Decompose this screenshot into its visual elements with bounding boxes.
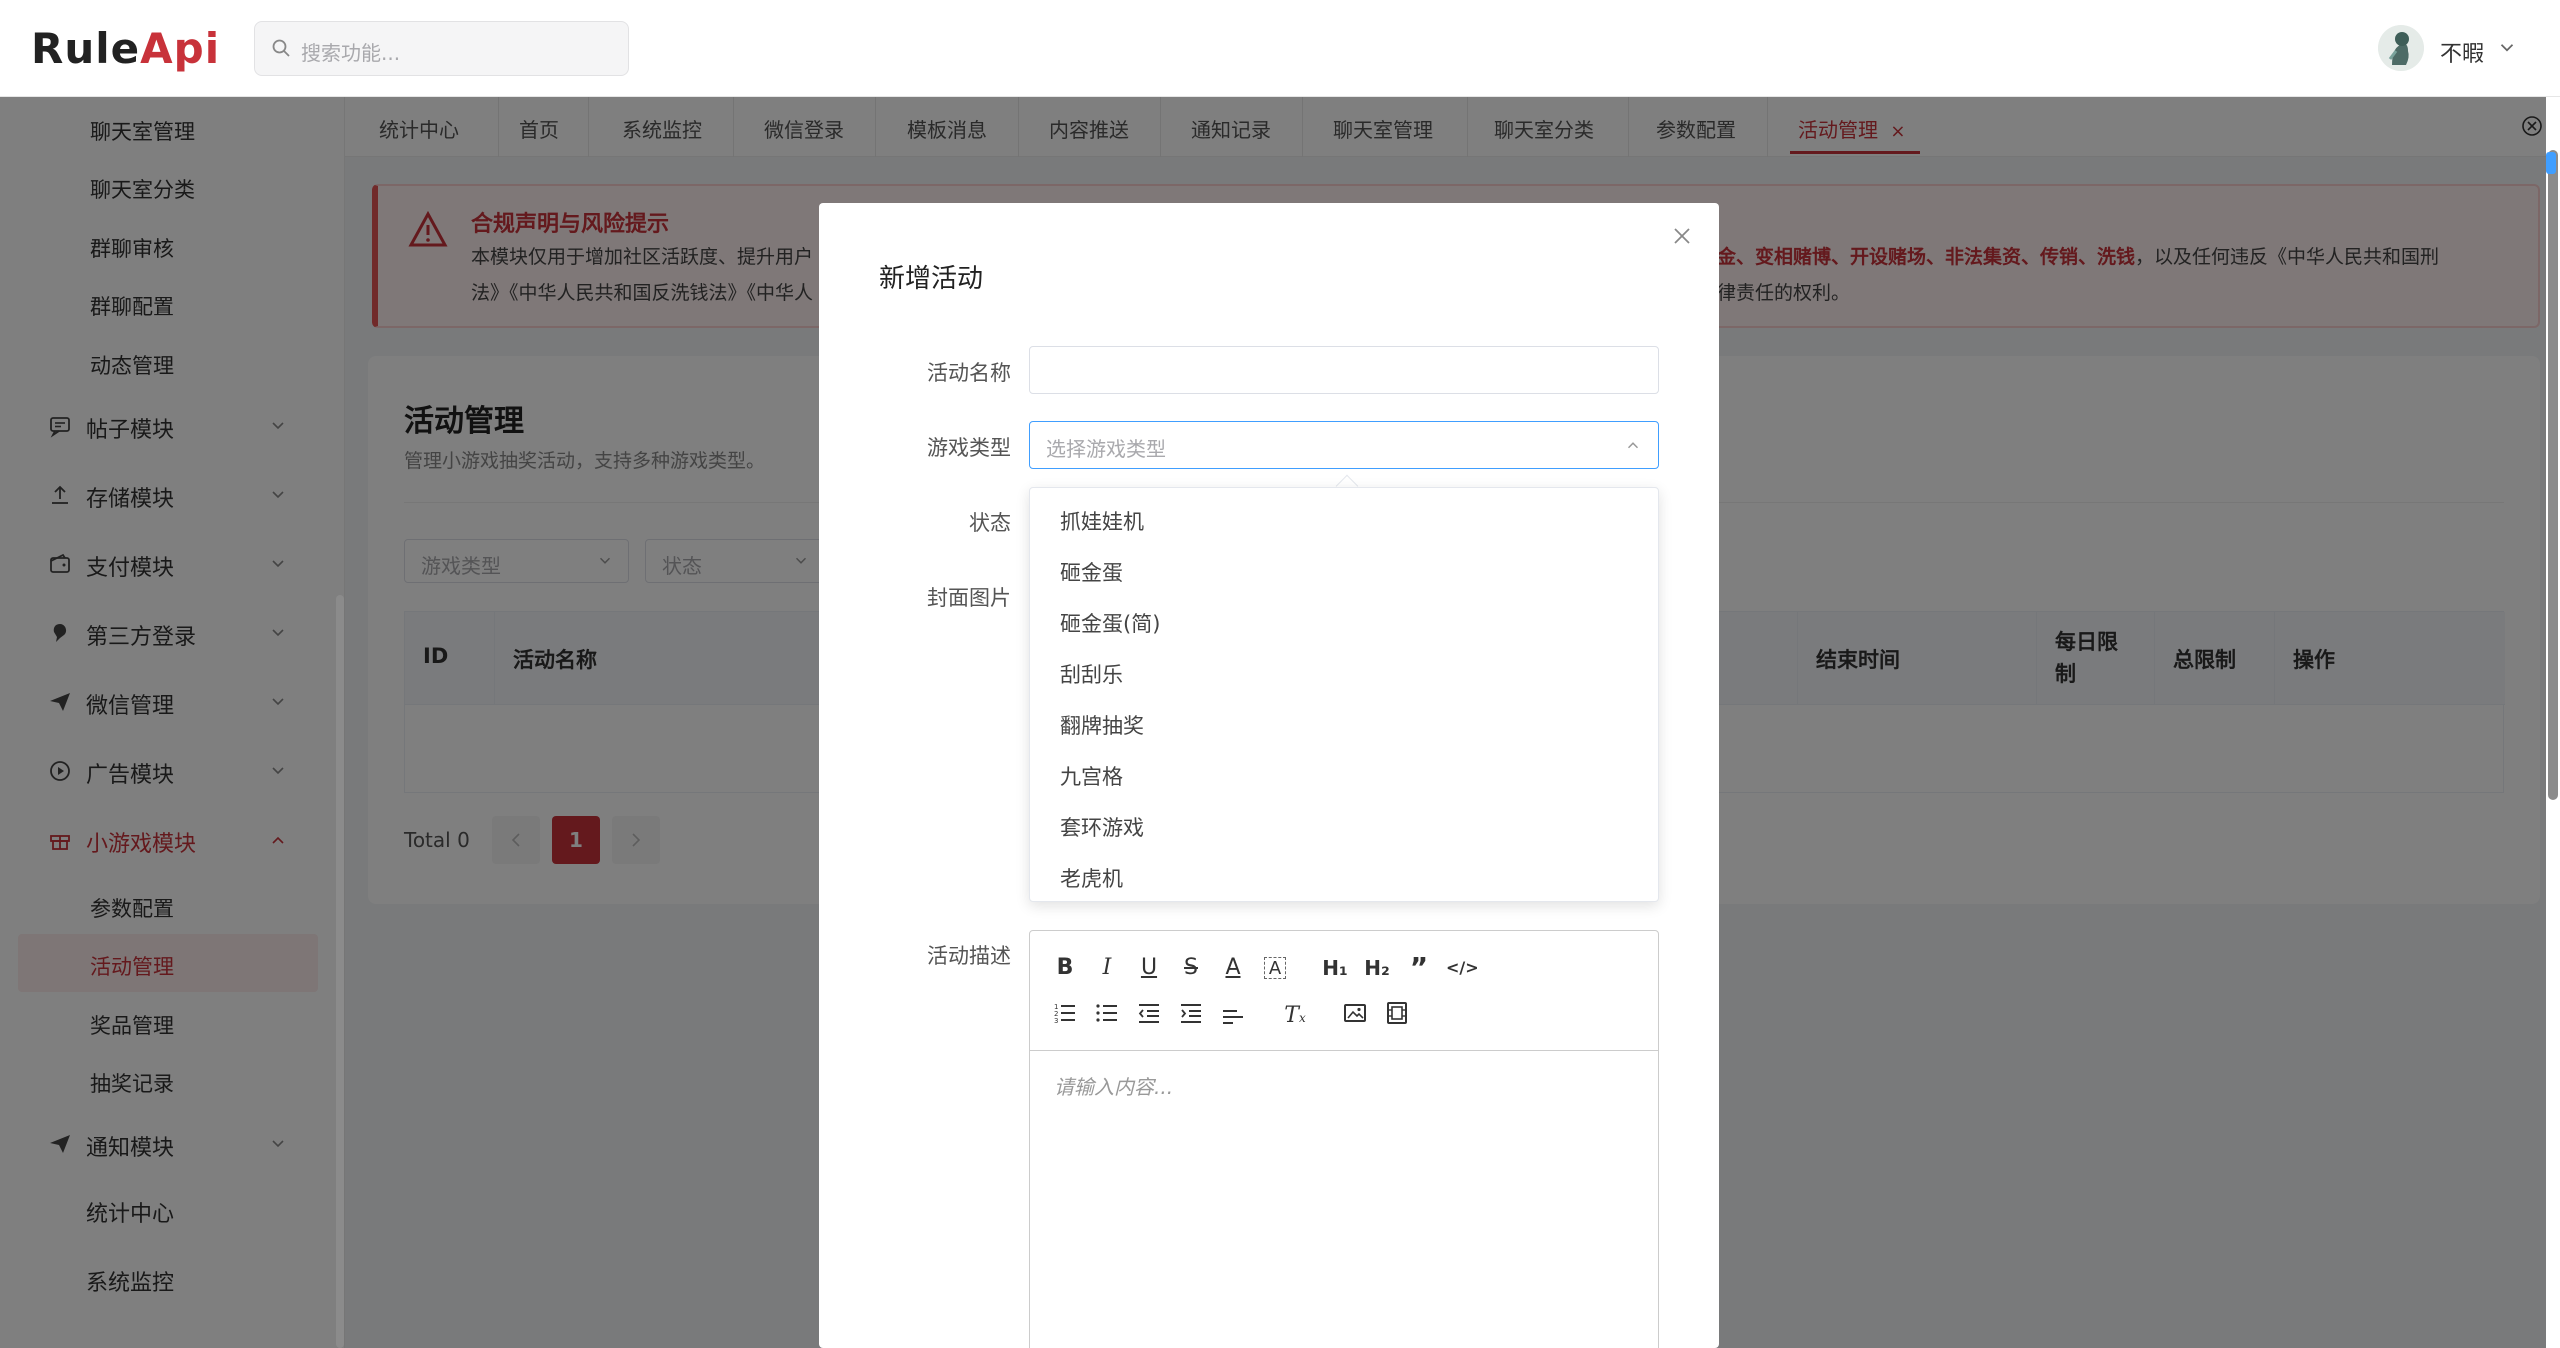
font-color-icon[interactable]: A [1218,953,1248,983]
code-icon[interactable]: </> [1446,953,1479,983]
editor-placeholder: 请输入内容... [1054,1075,1174,1099]
label-description: 活动描述 [927,944,1011,968]
logo[interactable]: RuleApi [31,24,220,73]
blockquote-icon[interactable]: ” [1404,953,1434,983]
game-type-select[interactable]: 选择游戏类型 [1029,421,1659,469]
option-ring-toss[interactable]: 套环游戏 [1060,812,1144,842]
image-icon[interactable] [1340,1001,1370,1031]
background-color-icon[interactable]: A [1264,957,1286,979]
underline-icon[interactable]: U [1134,953,1164,983]
page-scrollbar-thumb[interactable] [2548,150,2558,800]
video-icon[interactable] [1382,1001,1412,1031]
game-type-dropdown: 抓娃娃机 砸金蛋 砸金蛋(简) 刮刮乐 翻牌抽奖 九宫格 套环游戏 老虎机 [1029,487,1659,902]
option-smash-egg[interactable]: 砸金蛋 [1060,557,1123,587]
top-header: RuleApi 搜索功能... 不暇 [0,0,2560,97]
activity-name-input[interactable] [1029,346,1659,394]
avatar-image [2378,25,2424,71]
italic-icon[interactable]: I [1092,953,1122,983]
game-type-placeholder: 选择游戏类型 [1046,437,1166,461]
heading1-icon[interactable]: H₁ [1320,953,1350,983]
clear-format-icon[interactable]: Tx [1280,1001,1310,1031]
ordered-list-icon[interactable]: 123 [1050,1001,1080,1031]
chevron-up-icon [1627,442,1639,449]
label-activity-name: 活动名称 [927,361,1011,385]
option-slot-machine[interactable]: 老虎机 [1060,863,1123,893]
chevron-down-icon [2500,44,2514,52]
label-game-type: 游戏类型 [927,436,1011,460]
label-status: 状态 [969,511,1011,535]
svg-text:3: 3 [1054,1017,1058,1025]
label-cover-image: 封面图片 [927,586,1011,610]
option-scratch-card[interactable]: 刮刮乐 [1060,659,1123,689]
search-input[interactable]: 搜索功能... [254,21,629,76]
scroll-indicator [2546,152,2556,174]
indent-icon[interactable] [1176,1001,1206,1031]
strikethrough-icon[interactable]: S [1176,953,1206,983]
outdent-icon[interactable] [1134,1001,1164,1031]
bullet-list-icon[interactable] [1092,1001,1122,1031]
bold-icon[interactable]: B [1050,953,1080,983]
option-claw-machine[interactable]: 抓娃娃机 [1060,506,1144,536]
editor-toolbar: B I U S A A H₁ H₂ ” </> 123 Tx [1030,931,1658,1051]
sidebar-scrollbar[interactable] [336,595,344,1348]
rich-text-editor: B I U S A A H₁ H₂ ” </> 123 Tx 请输入内容... [1029,930,1659,1348]
close-icon[interactable] [1671,225,1693,247]
option-smash-egg-simple[interactable]: 砸金蛋(简) [1060,608,1160,638]
option-nine-grid[interactable]: 九宫格 [1060,761,1123,791]
search-placeholder: 搜索功能... [301,41,401,65]
dialog-title: 新增活动 [879,264,984,294]
add-activity-dialog: 新增活动 活动名称 游戏类型 选择游戏类型 状态 封面图片 抓娃娃机 砸金蛋 砸… [819,203,1719,1348]
option-flip-card[interactable]: 翻牌抽奖 [1060,710,1144,740]
search-icon [272,39,290,57]
avatar[interactable] [2378,25,2424,71]
align-left-icon[interactable] [1218,1001,1248,1031]
user-name: 不暇 [2440,42,2485,67]
heading2-icon[interactable]: H₂ [1362,953,1392,983]
